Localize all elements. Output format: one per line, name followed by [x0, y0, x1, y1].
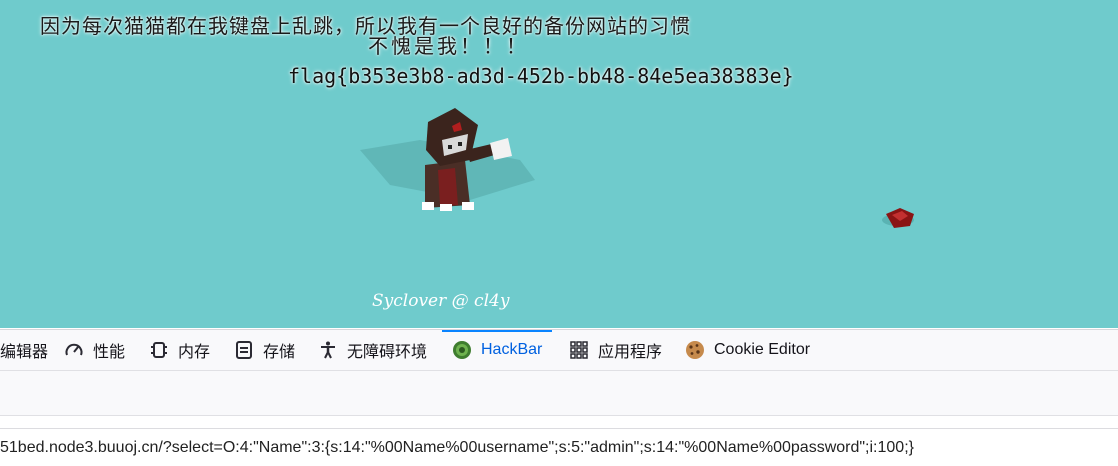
tab-label: 编辑器	[0, 344, 49, 361]
cat-character-illustration	[360, 108, 914, 228]
tab-label: 无障碍环境	[347, 344, 428, 361]
cookie-icon	[686, 341, 704, 359]
performance-gauge-icon	[65, 343, 83, 356]
tab-accessibility[interactable]: 无障碍环境	[318, 330, 427, 370]
web-page-viewport: 因为每次猫猫都在我键盘上乱跳，所以我有一个良好的备份网站的习惯 不愧是我！！！ …	[0, 0, 1118, 328]
tab-performance[interactable]: 性能	[64, 330, 125, 370]
tab-cookie-editor[interactable]: Cookie Editor	[685, 330, 810, 370]
tab-storage[interactable]: 存储	[234, 330, 295, 370]
hackbar-url-field[interactable]: 51bed.node3.buuoj.cn/?select=O:4:"Name":…	[0, 428, 1118, 466]
tab-label: Cookie Editor	[714, 341, 811, 358]
application-grid-icon	[570, 341, 588, 359]
tab-hackbar[interactable]: HackBar	[442, 330, 553, 370]
hackbar-url-value[interactable]: 51bed.node3.buuoj.cn/?select=O:4:"Name":…	[0, 439, 914, 457]
hackbar-icon	[453, 341, 471, 359]
tab-style-editor[interactable]: 编辑器	[0, 330, 48, 370]
tab-label: 性能	[93, 344, 126, 361]
tab-memory[interactable]: 内存	[149, 330, 210, 370]
accessibility-icon	[321, 341, 335, 359]
devtools-tab-bar: 编辑器 性能 内存 存储 无障碍环境 HackBar 应用程序 Cookie E…	[0, 329, 1118, 371]
tab-application[interactable]: 应用程序	[569, 330, 662, 370]
tab-label: 内存	[178, 344, 211, 361]
memory-chip-icon	[151, 342, 167, 358]
storage-icon	[236, 341, 252, 359]
tab-label: 应用程序	[598, 344, 663, 361]
credit-text: Syclover @ cl4y	[372, 291, 510, 311]
tab-label: 存储	[263, 344, 296, 361]
tab-label: HackBar	[481, 341, 543, 358]
hackbar-toolbar	[0, 371, 1118, 416]
